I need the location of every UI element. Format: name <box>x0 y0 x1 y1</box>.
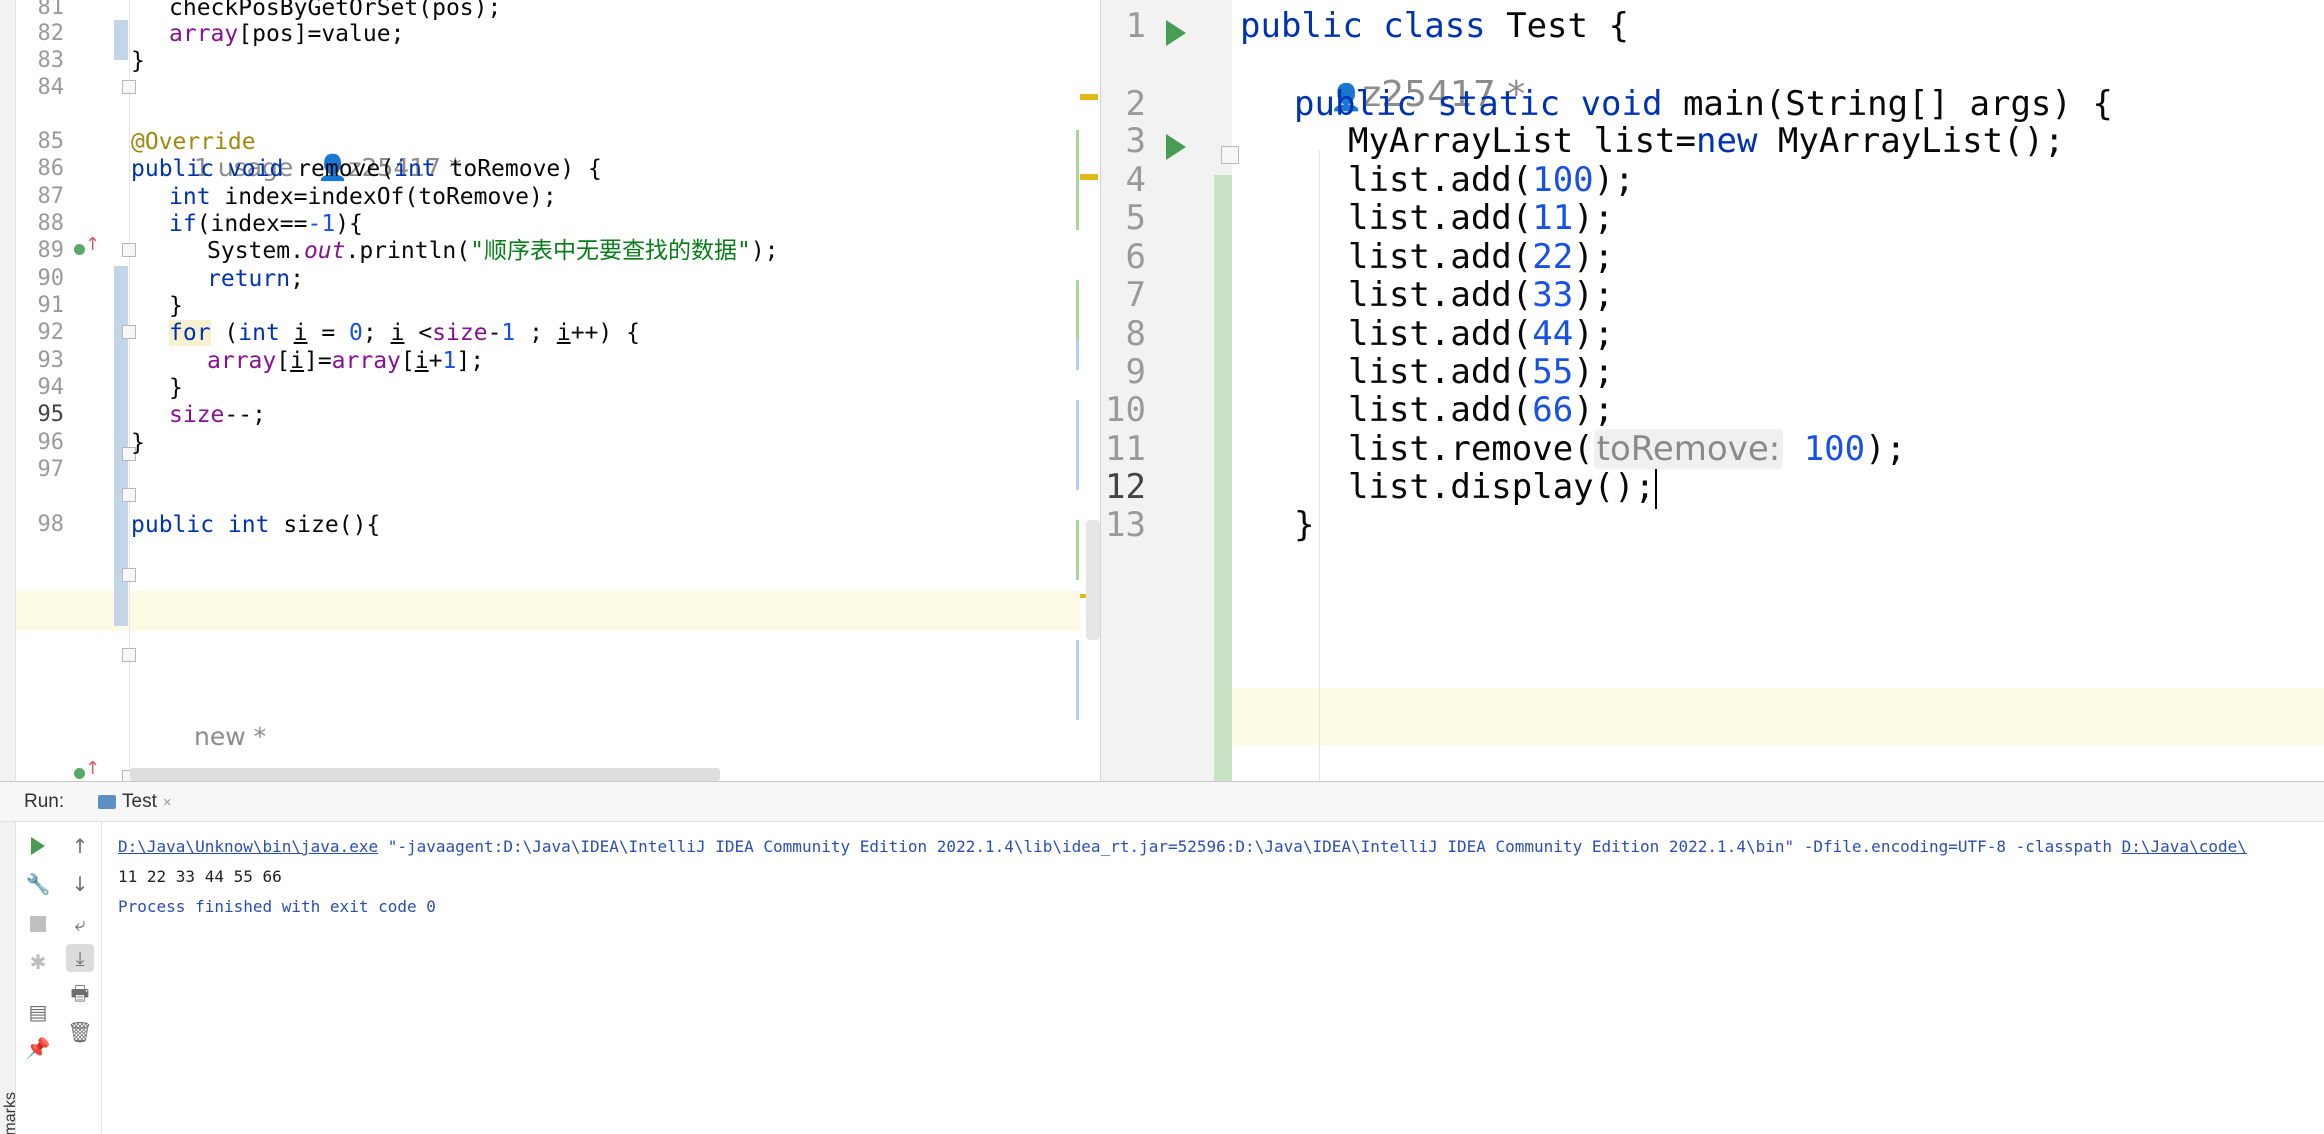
left-tool-window-bar: Bookmarks <box>0 822 19 1134</box>
code-line[interactable]: 98 public int size(){ <box>16 505 1080 545</box>
line-number: 98 <box>37 512 65 537</box>
console-command-line: D:\Java\Unknow\bin\java.exe "-javaagent:… <box>118 832 2318 862</box>
arrow-down-icon[interactable]: ↓ <box>66 870 94 898</box>
code-token: Test { <box>1506 6 1629 46</box>
new-inlay-hint[interactable]: new * <box>194 717 266 757</box>
wrench-icon[interactable]: 🔧 <box>24 870 52 898</box>
console-output-line: 11 22 33 44 55 66 <box>118 867 282 886</box>
implements-method-icon[interactable]: ↑ <box>74 760 100 781</box>
trash-icon[interactable]: 🗑 <box>66 1018 94 1046</box>
application-icon <box>98 795 116 809</box>
stop-icon[interactable] <box>24 910 52 938</box>
code-text: public class Test { <box>1240 0 1629 55</box>
code-token: } <box>1294 505 1315 545</box>
run-toolbar-secondary: ↑ ↓ ⤶ ⤓ 🖶 🗑 <box>58 822 102 1134</box>
debug-icon[interactable]: ✱ <box>24 948 52 976</box>
left-tool-strip <box>0 0 16 781</box>
rerun-icon[interactable] <box>24 832 52 860</box>
code-line[interactable]: 13} <box>1100 497 2324 554</box>
current-line-highlight <box>16 591 1080 631</box>
classpath-link[interactable]: D:\Java\code\ <box>2122 837 2247 856</box>
vertical-scrollbar[interactable] <box>1086 520 1100 640</box>
run-label: Run: <box>24 791 65 812</box>
run-panel: Run: Test × Bookmarks 🔧 ✱ ▤ 📌 ↑ ↓ ⤶ ⤓ 🖶 … <box>0 781 2324 1134</box>
code-token: size(){ <box>283 512 381 538</box>
close-icon[interactable]: × <box>163 794 172 811</box>
code-line[interactable]: 84 <box>16 68 1080 108</box>
code-token: public int <box>131 512 284 538</box>
code-text: public int size(){ <box>131 505 380 545</box>
arrow-up-icon[interactable]: ↑ <box>66 832 94 860</box>
tab-label: Test <box>122 791 157 812</box>
tab-test[interactable]: Test × <box>88 786 182 818</box>
pin-icon[interactable]: 📌 <box>24 1034 52 1062</box>
java-exe-link[interactable]: D:\Java\Unknow\bin\java.exe <box>118 837 378 856</box>
command-args: "-javaagent:D:\Java\IDEA\IntelliJ IDEA C… <box>378 837 2122 856</box>
fold-marker[interactable] <box>122 568 136 582</box>
run-header: Run: Test × <box>0 782 2324 822</box>
print-icon[interactable]: 🖶 <box>66 981 94 1010</box>
line-number: 84 <box>37 75 65 100</box>
fold-marker[interactable] <box>122 488 136 502</box>
right-editor[interactable]: 👤z25417 * 1 public class Test {2 public st… <box>1100 0 2324 781</box>
code-text: } <box>1294 497 1314 554</box>
line-number: 97 <box>37 457 65 482</box>
console-output[interactable]: D:\Java\Unknow\bin\java.exe "-javaagent:… <box>118 832 2318 922</box>
left-editor[interactable]: ↑ ↑ 1 usage 👤z25417 * new * 81 checkPosBy… <box>0 0 1100 781</box>
line-number: 1 <box>1125 6 1146 46</box>
error-stripe[interactable] <box>1070 80 1100 740</box>
code-token: public class <box>1240 6 1507 46</box>
scroll-to-end-icon[interactable]: ⤓ <box>66 944 94 972</box>
current-line-highlight <box>1232 688 2324 745</box>
fold-marker[interactable] <box>122 648 136 662</box>
horizontal-scrollbar[interactable] <box>130 768 720 781</box>
run-toolbar-primary: 🔧 ✱ ▤ 📌 <box>16 822 58 1134</box>
console-exit-line: Process finished with exit code 0 <box>118 897 436 916</box>
code-line[interactable]: 97 <box>16 450 1080 490</box>
code-line[interactable]: 1 public class Test { <box>1100 0 2324 55</box>
soft-wrap-icon[interactable]: ⤶ <box>66 910 94 938</box>
line-number: 13 <box>1105 505 1146 545</box>
layout-icon[interactable]: ▤ <box>24 998 52 1026</box>
